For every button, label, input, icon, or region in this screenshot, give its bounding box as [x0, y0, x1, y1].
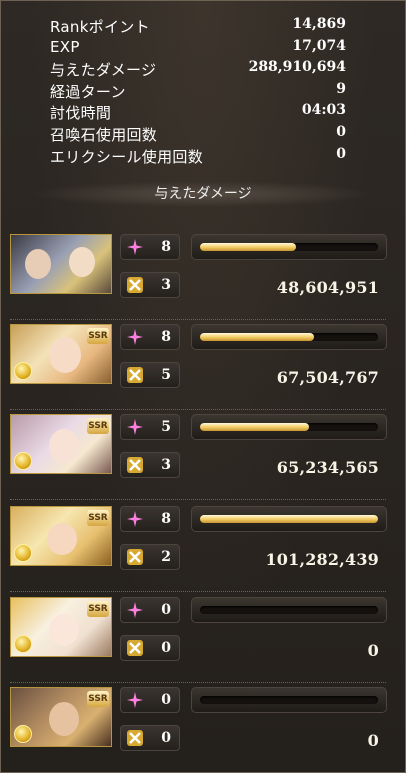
damage-section-header: 与えたダメージ [30, 181, 376, 207]
ability-count-badge: 0 [120, 597, 180, 623]
ougi-count: 3 [161, 457, 171, 473]
character-row-2[interactable]: SSR 8 5 67,504,767 [0, 320, 406, 410]
character-row-3[interactable]: SSR 5 3 65,234,565 [0, 410, 406, 500]
stat-label: エリクシール使用回数 [50, 147, 204, 166]
ssr-badge: SSR [87, 328, 109, 344]
stat-value: 17,074 [292, 37, 346, 54]
stat-elixir-uses: エリクシール使用回数 0 [50, 146, 346, 168]
light-element-icon [14, 452, 32, 470]
light-element-icon [14, 725, 32, 743]
pink-sparkle-icon [127, 692, 143, 708]
ougi-count: 2 [161, 549, 171, 565]
stat-value: 0 [336, 123, 346, 140]
damage-value: 101,282,439 [265, 550, 379, 569]
ssr-badge: SSR [87, 691, 109, 707]
character-row-6[interactable]: SSR 0 0 0 [0, 683, 406, 773]
stat-time: 討伐時間 04:03 [50, 102, 346, 124]
character-portrait[interactable] [10, 234, 112, 294]
ougi-count: 0 [161, 640, 171, 656]
stat-value: 0 [336, 145, 346, 162]
charge-bar-fill [200, 515, 378, 523]
character-row-1[interactable]: 8 3 48,604,951 [0, 230, 406, 320]
ability-count-badge: 5 [120, 414, 180, 440]
crossed-swords-icon [127, 367, 143, 383]
charge-bar [191, 506, 387, 532]
ability-count-badge: 0 [120, 687, 180, 713]
ability-count: 8 [161, 239, 171, 255]
pink-sparkle-icon [127, 329, 143, 345]
stat-summon-uses: 召喚石使用回数 0 [50, 124, 346, 146]
ougi-count-badge: 3 [120, 452, 180, 478]
pink-sparkle-icon [127, 602, 143, 618]
ougi-count-badge: 0 [120, 635, 180, 661]
stat-label: 与えたダメージ [50, 61, 157, 80]
charge-bar-fill [200, 423, 309, 431]
character-portrait[interactable]: SSR [10, 687, 112, 747]
ougi-count-badge: 2 [120, 544, 180, 570]
charge-bar [191, 414, 387, 440]
stat-value: 9 [336, 80, 346, 97]
light-element-icon [14, 362, 32, 380]
stat-label: 経過ターン [50, 82, 126, 101]
charge-bar [191, 324, 387, 350]
charge-bar-fill [200, 333, 314, 341]
character-portrait[interactable]: SSR [10, 597, 112, 657]
ability-count: 5 [161, 419, 171, 435]
ssr-badge: SSR [87, 418, 109, 434]
ougi-count: 5 [161, 367, 171, 383]
ougi-count: 3 [161, 277, 171, 293]
stat-label: 討伐時間 [50, 104, 112, 123]
damage-value: 67,504,767 [276, 368, 379, 387]
section-title: 与えたダメージ [154, 186, 252, 202]
charge-bar-fill [200, 243, 297, 251]
stat-turns: 経過ターン 9 [50, 81, 346, 103]
pink-sparkle-icon [127, 419, 143, 435]
ability-count: 0 [161, 602, 171, 618]
ability-count-badge: 8 [120, 506, 180, 532]
stat-value: 288,910,694 [248, 59, 346, 76]
damage-value: 0 [367, 641, 379, 660]
ougi-count-badge: 5 [120, 362, 180, 388]
ougi-count-badge: 3 [120, 272, 180, 298]
ability-count: 8 [161, 329, 171, 345]
crossed-swords-icon [127, 457, 143, 473]
stat-total-damage: 与えたダメージ 288,910,694 [50, 59, 346, 81]
damage-value: 48,604,951 [276, 278, 379, 297]
ability-count: 0 [161, 692, 171, 708]
stat-label: Rankポイント [50, 18, 150, 36]
crossed-swords-icon [127, 549, 143, 565]
ssr-badge: SSR [87, 601, 109, 617]
ougi-count: 0 [161, 730, 171, 746]
stat-value: 14,869 [292, 16, 346, 32]
crossed-swords-icon [127, 640, 143, 656]
pink-sparkle-icon [127, 511, 143, 527]
ougi-count-badge: 0 [120, 725, 180, 751]
pink-sparkle-icon [127, 239, 143, 255]
stat-rank-points: Rankポイント 14,869 [50, 16, 346, 38]
character-portrait[interactable]: SSR [10, 506, 112, 566]
damage-value: 65,234,565 [276, 458, 379, 477]
crossed-swords-icon [127, 730, 143, 746]
character-portrait[interactable]: SSR [10, 324, 112, 384]
character-portrait[interactable]: SSR [10, 414, 112, 474]
charge-bar [191, 597, 387, 623]
charge-bar [191, 234, 387, 260]
character-row-5[interactable]: SSR 0 0 0 [0, 593, 406, 683]
stat-label: 召喚石使用回数 [50, 125, 158, 144]
character-row-4[interactable]: SSR 8 2 101,282,439 [0, 502, 406, 592]
ability-count-badge: 8 [120, 324, 180, 350]
ssr-badge: SSR [87, 510, 109, 526]
charge-bar [191, 687, 387, 713]
crossed-swords-icon [127, 277, 143, 293]
light-element-icon [14, 635, 32, 653]
battle-stats: Rankポイント 14,869 EXP 17,074 与えたダメージ 288,9… [50, 16, 346, 167]
damage-value: 0 [367, 731, 379, 750]
stat-exp: EXP 17,074 [50, 38, 346, 60]
stat-label: EXP [50, 37, 80, 56]
stat-value: 04:03 [301, 102, 346, 119]
ability-count-badge: 8 [120, 234, 180, 260]
light-element-icon [14, 544, 32, 562]
ability-count: 8 [161, 511, 171, 527]
